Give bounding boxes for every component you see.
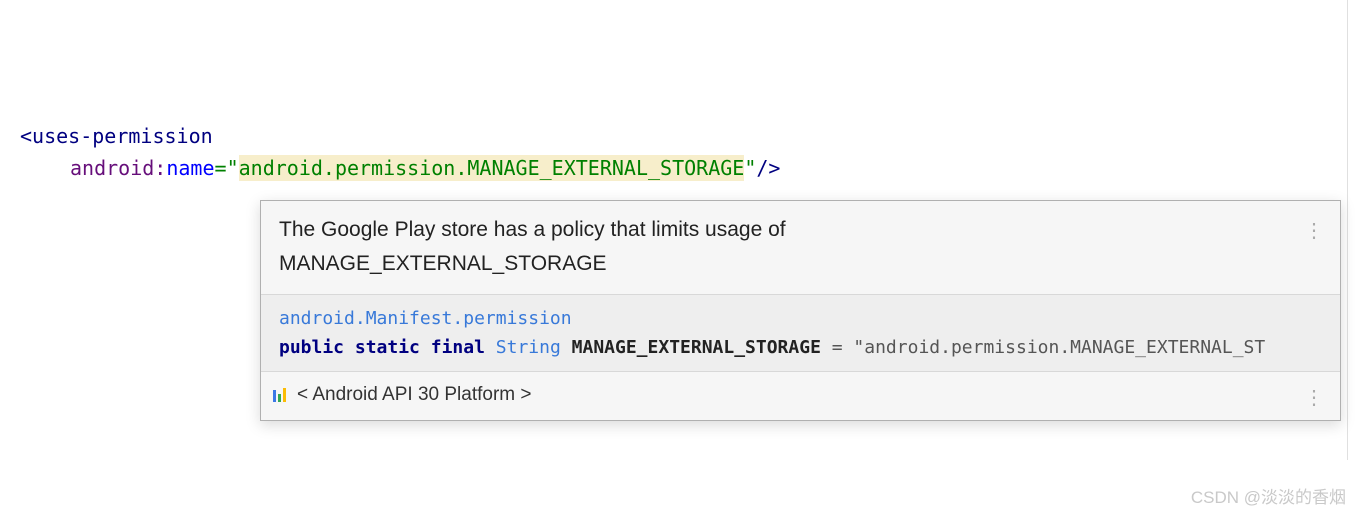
keyword-final: final — [431, 337, 485, 358]
attr-colon: : — [154, 156, 166, 180]
decl-string-value: "android.permission.MANAGE_EXTERNAL_ST — [853, 337, 1265, 358]
documentation-tooltip: The Google Play store has a policy that … — [260, 200, 1341, 421]
code-line-2[interactable]: android:name="android.permission.MANAGE_… — [20, 152, 1366, 184]
tooltip-footer: < Android API 30 Platform > ⋮ — [261, 371, 1340, 420]
attr-value-highlighted[interactable]: android.permission.MANAGE_EXTERNAL_STORA… — [239, 155, 745, 181]
tooltip-header: The Google Play store has a policy that … — [261, 201, 1340, 294]
keyword-public: public — [279, 337, 344, 358]
attr-equals: = — [215, 156, 227, 180]
code-editor[interactable]: <uses-permission android:name="android.p… — [0, 0, 1366, 184]
tooltip-body: android.Manifest.permission public stati… — [261, 294, 1340, 371]
tooltip-warning-line1: The Google Play store has a policy that … — [279, 213, 1322, 247]
decl-equals: = — [821, 337, 854, 358]
type-string: String — [496, 337, 561, 358]
doc-class-link[interactable]: android.Manifest.permission — [279, 308, 572, 329]
attr-namespace: android — [70, 156, 154, 180]
keyword-static: static — [355, 337, 420, 358]
declaration-line: public static final String MANAGE_EXTERN… — [279, 334, 1322, 363]
watermark-text: CSDN @淡淡的香烟 — [1191, 483, 1346, 508]
tag-open-bracket: < — [20, 124, 32, 148]
constant-name: MANAGE_EXTERNAL_STORAGE — [572, 337, 821, 358]
code-line-1[interactable]: <uses-permission — [20, 120, 1366, 152]
library-icon — [273, 388, 289, 402]
xml-tag-name: uses-permission — [32, 124, 213, 148]
tooltip-more-actions-icon[interactable]: ⋮ — [1304, 215, 1324, 247]
attr-quote-close: " — [744, 156, 756, 180]
attr-name: name — [166, 156, 214, 180]
platform-label: < Android API 30 Platform > — [297, 380, 531, 410]
tooltip-warning-line2: MANAGE_EXTERNAL_STORAGE — [279, 247, 1322, 281]
tooltip-footer-more-icon[interactable]: ⋮ — [1304, 382, 1324, 414]
attr-quote-open: " — [227, 156, 239, 180]
tag-self-close: /> — [756, 156, 780, 180]
